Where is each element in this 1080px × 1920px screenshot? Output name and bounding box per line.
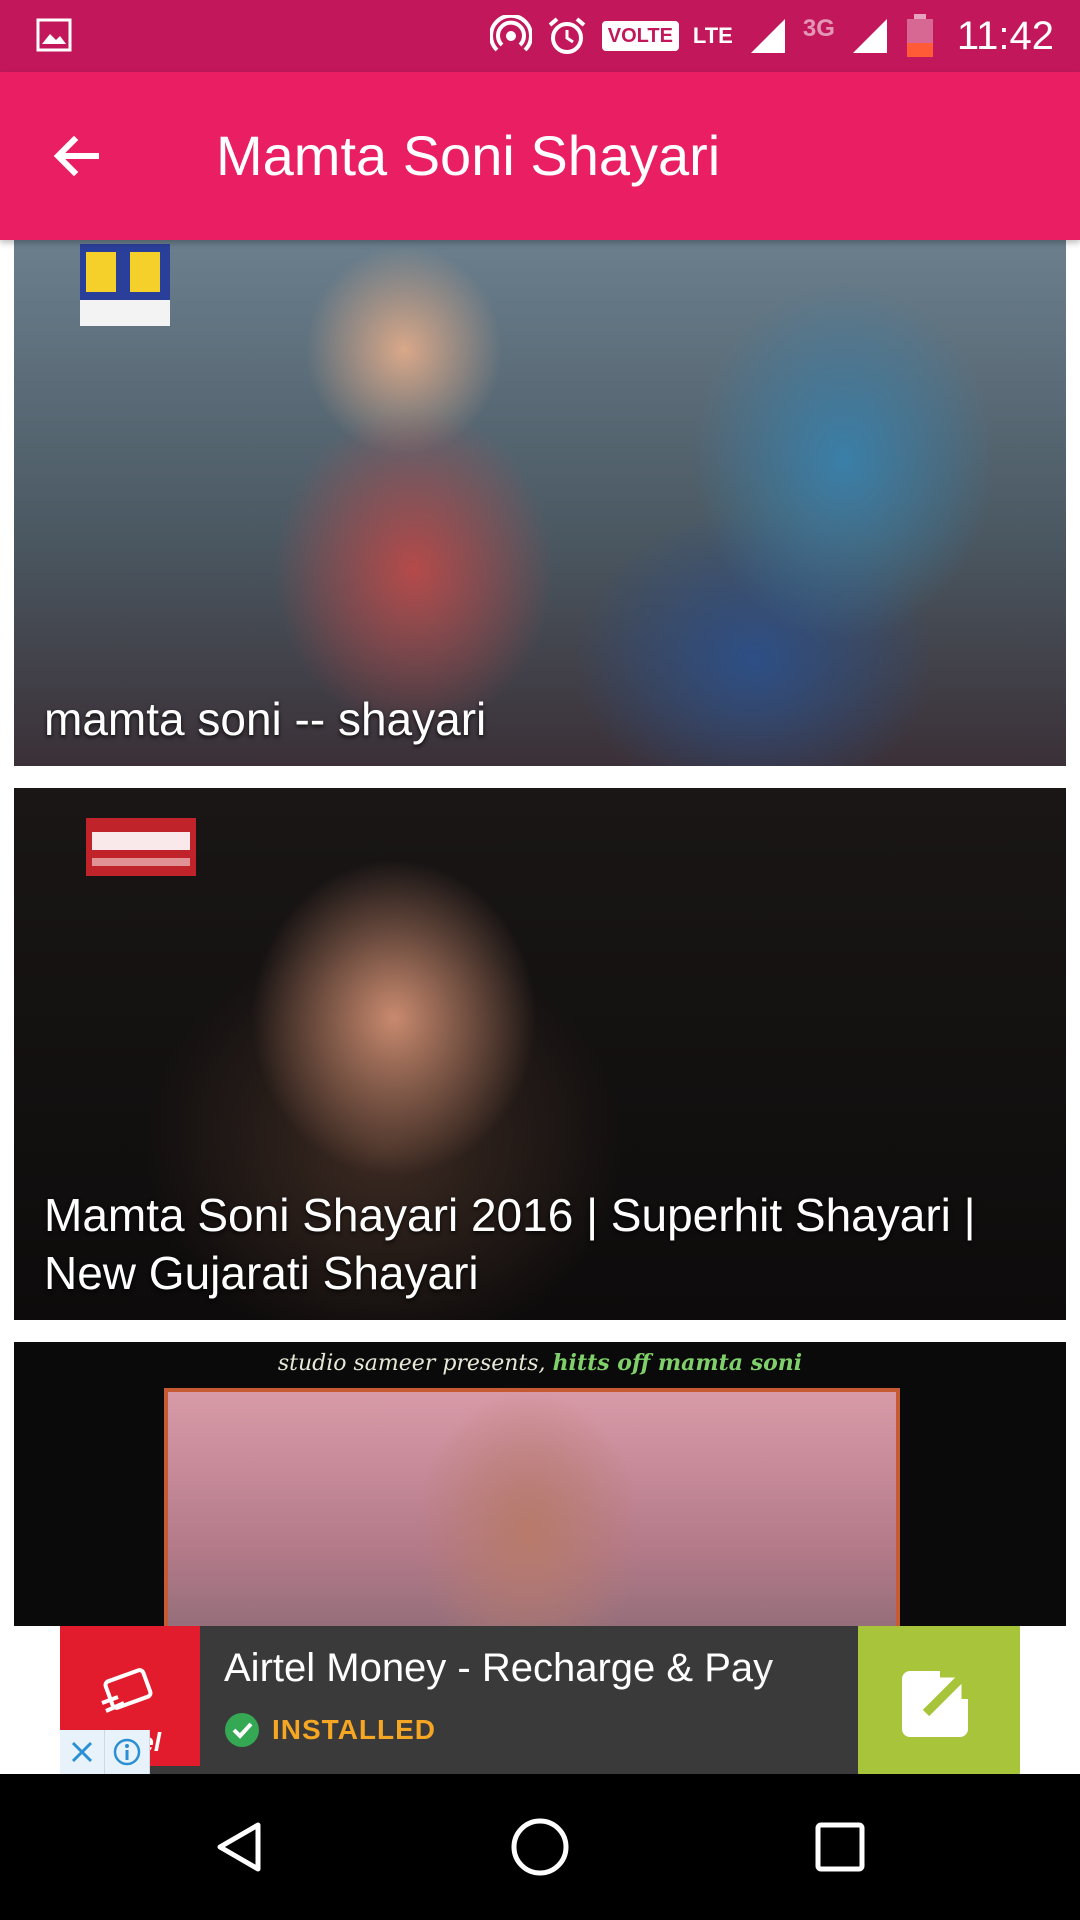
app-toolbar: Mamta Soni Shayari — [0, 72, 1080, 240]
banner-lead-text: studio sameer presents, — [277, 1351, 546, 1376]
ad-open-button[interactable] — [858, 1626, 1020, 1774]
musicaa-logo — [86, 818, 196, 876]
gallery-icon — [36, 18, 72, 52]
home-circle-icon — [511, 1818, 569, 1876]
video-caption: Mamta Soni Shayari 2016 | Superhit Shaya… — [44, 1189, 976, 1299]
page-title: Mamta Soni Shayari — [216, 124, 721, 187]
recents-square-icon — [815, 1822, 865, 1872]
network-3g-label: 3G — [802, 15, 835, 42]
open-external-icon — [902, 1668, 971, 1737]
navigation-bar — [0, 1774, 1080, 1920]
info-icon — [113, 1738, 141, 1766]
banner-accent-text: hitts off mamta soni — [552, 1350, 803, 1376]
video-card[interactable]: mamta soni -- shayari — [14, 240, 1066, 766]
video-frame — [164, 1388, 900, 1626]
clock-time: 11:42 — [956, 13, 1054, 58]
ad-info-button[interactable] — [105, 1730, 150, 1774]
video-banner-text: studio sameer presents, hitts off mamta … — [14, 1350, 1066, 1376]
battery-icon — [906, 14, 933, 57]
close-icon — [71, 1741, 93, 1763]
alarm-icon — [548, 17, 586, 54]
ad-status-row: INSTALLED — [224, 1712, 436, 1748]
back-button[interactable] — [36, 116, 116, 196]
back-triangle-icon — [217, 1822, 261, 1872]
ad-title-fade — [760, 1640, 870, 1700]
ad-controls — [60, 1730, 150, 1774]
check-circle-icon — [225, 1713, 259, 1747]
status-icons: VOLTE LTE 3G 11:42 — [489, 0, 1054, 72]
ad-banner[interactable]: airtel Airtel Money - Recharge & Pay INS… — [60, 1626, 1020, 1774]
video-card[interactable]: Mamta Soni Shayari 2016 | Superhit Shaya… — [14, 788, 1066, 1320]
video-list[interactable]: mamta soni -- shayari Mamta Soni Shayari… — [0, 240, 1080, 1626]
video-caption: mamta soni -- shayari — [44, 693, 487, 745]
status-bar: VOLTE LTE 3G 11:42 — [0, 0, 1080, 72]
volte-badge: VOLTE — [601, 21, 679, 51]
ad-installed-label: INSTALLED — [272, 1714, 437, 1745]
nav-home-button[interactable] — [470, 1774, 610, 1920]
airtel-card-icon — [101, 1668, 153, 1713]
hotspot-icon — [489, 15, 532, 52]
signal-icon — [750, 19, 785, 53]
nav-recents-button[interactable] — [770, 1774, 910, 1920]
arrow-back-icon — [53, 135, 99, 177]
ad-close-button[interactable] — [60, 1730, 105, 1774]
lte-label: LTE — [692, 23, 733, 48]
es-studio-logo — [80, 244, 170, 326]
nav-back-button[interactable] — [170, 1774, 310, 1920]
signal-3g-icon — [852, 19, 887, 53]
video-card[interactable]: studio sameer presents, hitts off mamta … — [14, 1342, 1066, 1626]
